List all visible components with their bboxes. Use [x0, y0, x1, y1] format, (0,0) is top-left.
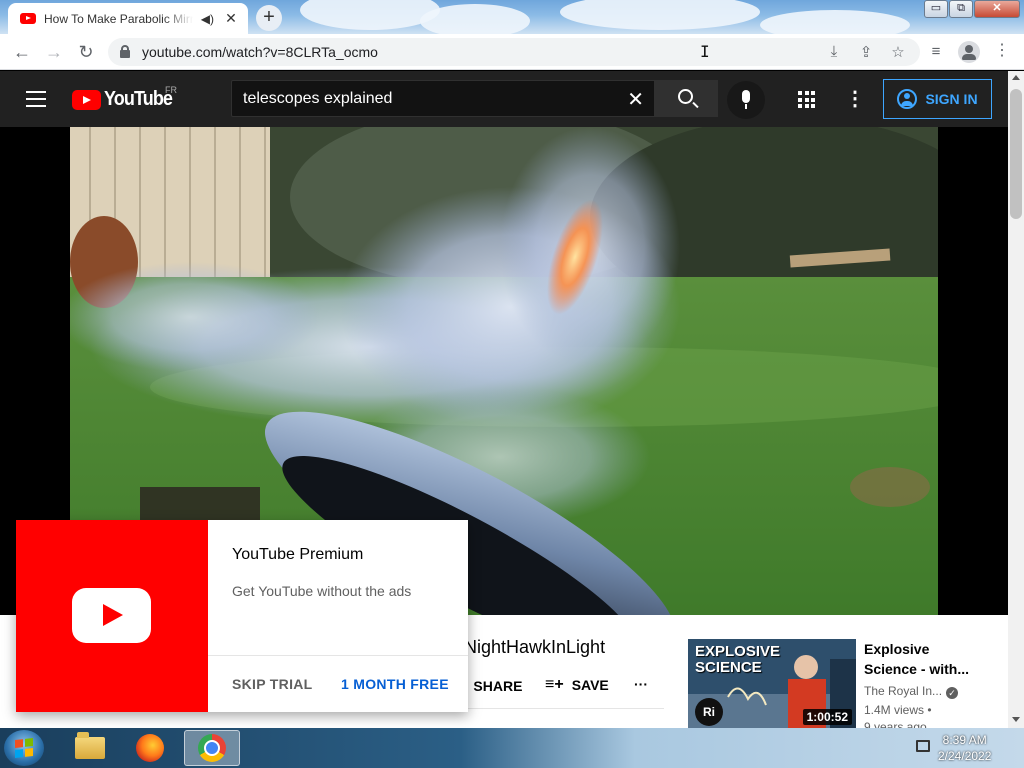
reload-button[interactable]: ↻	[74, 40, 98, 64]
firefox-icon	[136, 734, 164, 762]
share-label: SHARE	[473, 678, 523, 694]
profile-icon[interactable]	[958, 41, 980, 63]
address-bar[interactable]: youtube.com/watch?v=8CLRTa_ocmo ⤓ ⇪ ☆	[108, 38, 920, 66]
premium-promo-dialog: YouTube Premium Get YouTube without the …	[16, 520, 468, 712]
youtube-play-logo-icon	[72, 588, 151, 643]
lock-icon[interactable]	[120, 45, 130, 58]
playlist-add-icon: ≡+	[545, 676, 564, 693]
thumbnail-title: EXPLOSIVE SCIENCE	[695, 643, 781, 676]
windows-logo-icon	[15, 738, 33, 758]
folder-icon	[75, 732, 105, 759]
new-tab-button[interactable]: +	[256, 5, 282, 31]
clock-date: 2/24/2022	[938, 749, 992, 763]
recommended-views: 1.4M views •	[864, 703, 932, 717]
close-window-button[interactable]: ✕	[974, 0, 1020, 18]
bookmark-star-icon[interactable]: ☆	[888, 43, 908, 61]
region-code: FR	[165, 85, 177, 95]
scroll-up-arrow-icon[interactable]	[1012, 75, 1020, 80]
more-actions-button[interactable]: ···	[634, 676, 648, 692]
tab-title: How To Make Parabolic Mirrors	[44, 11, 193, 26]
url-text[interactable]: youtube.com/watch?v=8CLRTa_ocmo	[142, 44, 378, 60]
install-icon[interactable]: ⤓	[824, 43, 844, 60]
save-label: SAVE	[571, 677, 609, 693]
microphone-icon	[742, 90, 750, 109]
browser-menu-icon[interactable]: ⋮	[994, 40, 1010, 60]
youtube-logo-icon	[72, 89, 101, 110]
promo-title: YouTube Premium	[232, 546, 364, 563]
speaker-icon[interactable]: ◀)	[201, 12, 214, 26]
forward-button[interactable]: →	[42, 40, 66, 64]
recommended-channel-name: The Royal In...	[864, 684, 943, 698]
tab-close-button[interactable]: ✕	[222, 10, 240, 27]
taskbar-firefox[interactable]	[122, 730, 178, 766]
browser-toolbar: ← → ↻ youtube.com/watch?v=8CLRTa_ocmo ⤓ …	[0, 34, 1024, 70]
search-button[interactable]	[655, 80, 718, 117]
account-circle-icon	[897, 89, 918, 109]
system-clock[interactable]: 8:39 AM 2/24/2022	[938, 732, 991, 764]
save-button[interactable]: ≡+ SAVE	[545, 676, 609, 694]
share-icon[interactable]: ⇪	[856, 43, 876, 61]
voice-search-button[interactable]	[727, 81, 765, 119]
apps-grid-icon[interactable]	[798, 91, 815, 108]
sign-in-button[interactable]: SIGN IN	[883, 79, 992, 119]
channel-badge: Ri	[695, 698, 723, 726]
divider	[464, 708, 664, 709]
hamburger-menu-icon[interactable]	[26, 91, 46, 107]
clear-search-button[interactable]: ✕	[627, 87, 644, 112]
search-icon	[678, 89, 693, 104]
search-input[interactable]: telescopes explained ✕	[231, 80, 655, 117]
promo-divider	[208, 655, 468, 656]
taskbar-explorer[interactable]	[62, 730, 118, 766]
windows-taskbar: 8:39 AM 2/24/2022	[0, 728, 1024, 768]
network-icon[interactable]	[916, 740, 930, 752]
scroll-down-arrow-icon[interactable]	[1012, 717, 1020, 722]
settings-more-icon[interactable]: ⋮	[845, 86, 865, 111]
minimize-button[interactable]: ▭	[924, 0, 948, 18]
clock-time: 8:39 AM	[942, 733, 987, 747]
video-duration: 1:00:52	[802, 709, 852, 725]
browser-tab[interactable]: How To Make Parabolic Mirrors ◀) ✕	[8, 3, 248, 34]
promo-description: Get YouTube without the ads	[232, 583, 412, 599]
taskbar-chrome[interactable]	[184, 730, 240, 766]
start-button[interactable]	[4, 730, 44, 766]
skip-trial-button[interactable]: SKIP TRIAL	[232, 676, 313, 692]
free-trial-button[interactable]: 1 MONTH FREE	[341, 676, 449, 692]
restore-button[interactable]: ⧉	[949, 0, 973, 18]
recommended-video-thumbnail[interactable]: EXPLOSIVE SCIENCE Ri 1:00:52	[688, 639, 856, 729]
window-controls: ▭ ⧉ ✕	[923, 0, 1020, 18]
text-cursor-icon: I	[700, 42, 710, 61]
youtube-logo-text: YouTube	[104, 88, 173, 110]
promo-banner	[16, 520, 208, 712]
verified-check-icon: ✓	[946, 687, 959, 699]
back-button[interactable]: ←	[10, 40, 34, 64]
recommended-channel[interactable]: The Royal In... ✓	[864, 684, 959, 699]
search-query[interactable]: telescopes explained	[243, 90, 392, 108]
page-scrollbar[interactable]	[1008, 71, 1024, 728]
recommended-video-title[interactable]: Explosive Science - with...	[864, 639, 984, 679]
youtube-logo[interactable]: YouTube	[72, 88, 180, 111]
youtube-header: YouTube FR telescopes explained ✕ ⋮ SIGN…	[0, 71, 1008, 127]
browser-tab-strip: How To Make Parabolic Mirrors ◀) ✕ + ▭ ⧉…	[0, 0, 1024, 34]
scrollbar-thumb[interactable]	[1010, 89, 1022, 219]
video-title: NightHawkInLight	[464, 637, 606, 657]
youtube-favicon-icon	[20, 13, 36, 24]
sign-in-label: SIGN IN	[925, 91, 978, 107]
media-control-icon[interactable]: ≡	[926, 43, 946, 60]
chrome-icon	[198, 734, 226, 762]
